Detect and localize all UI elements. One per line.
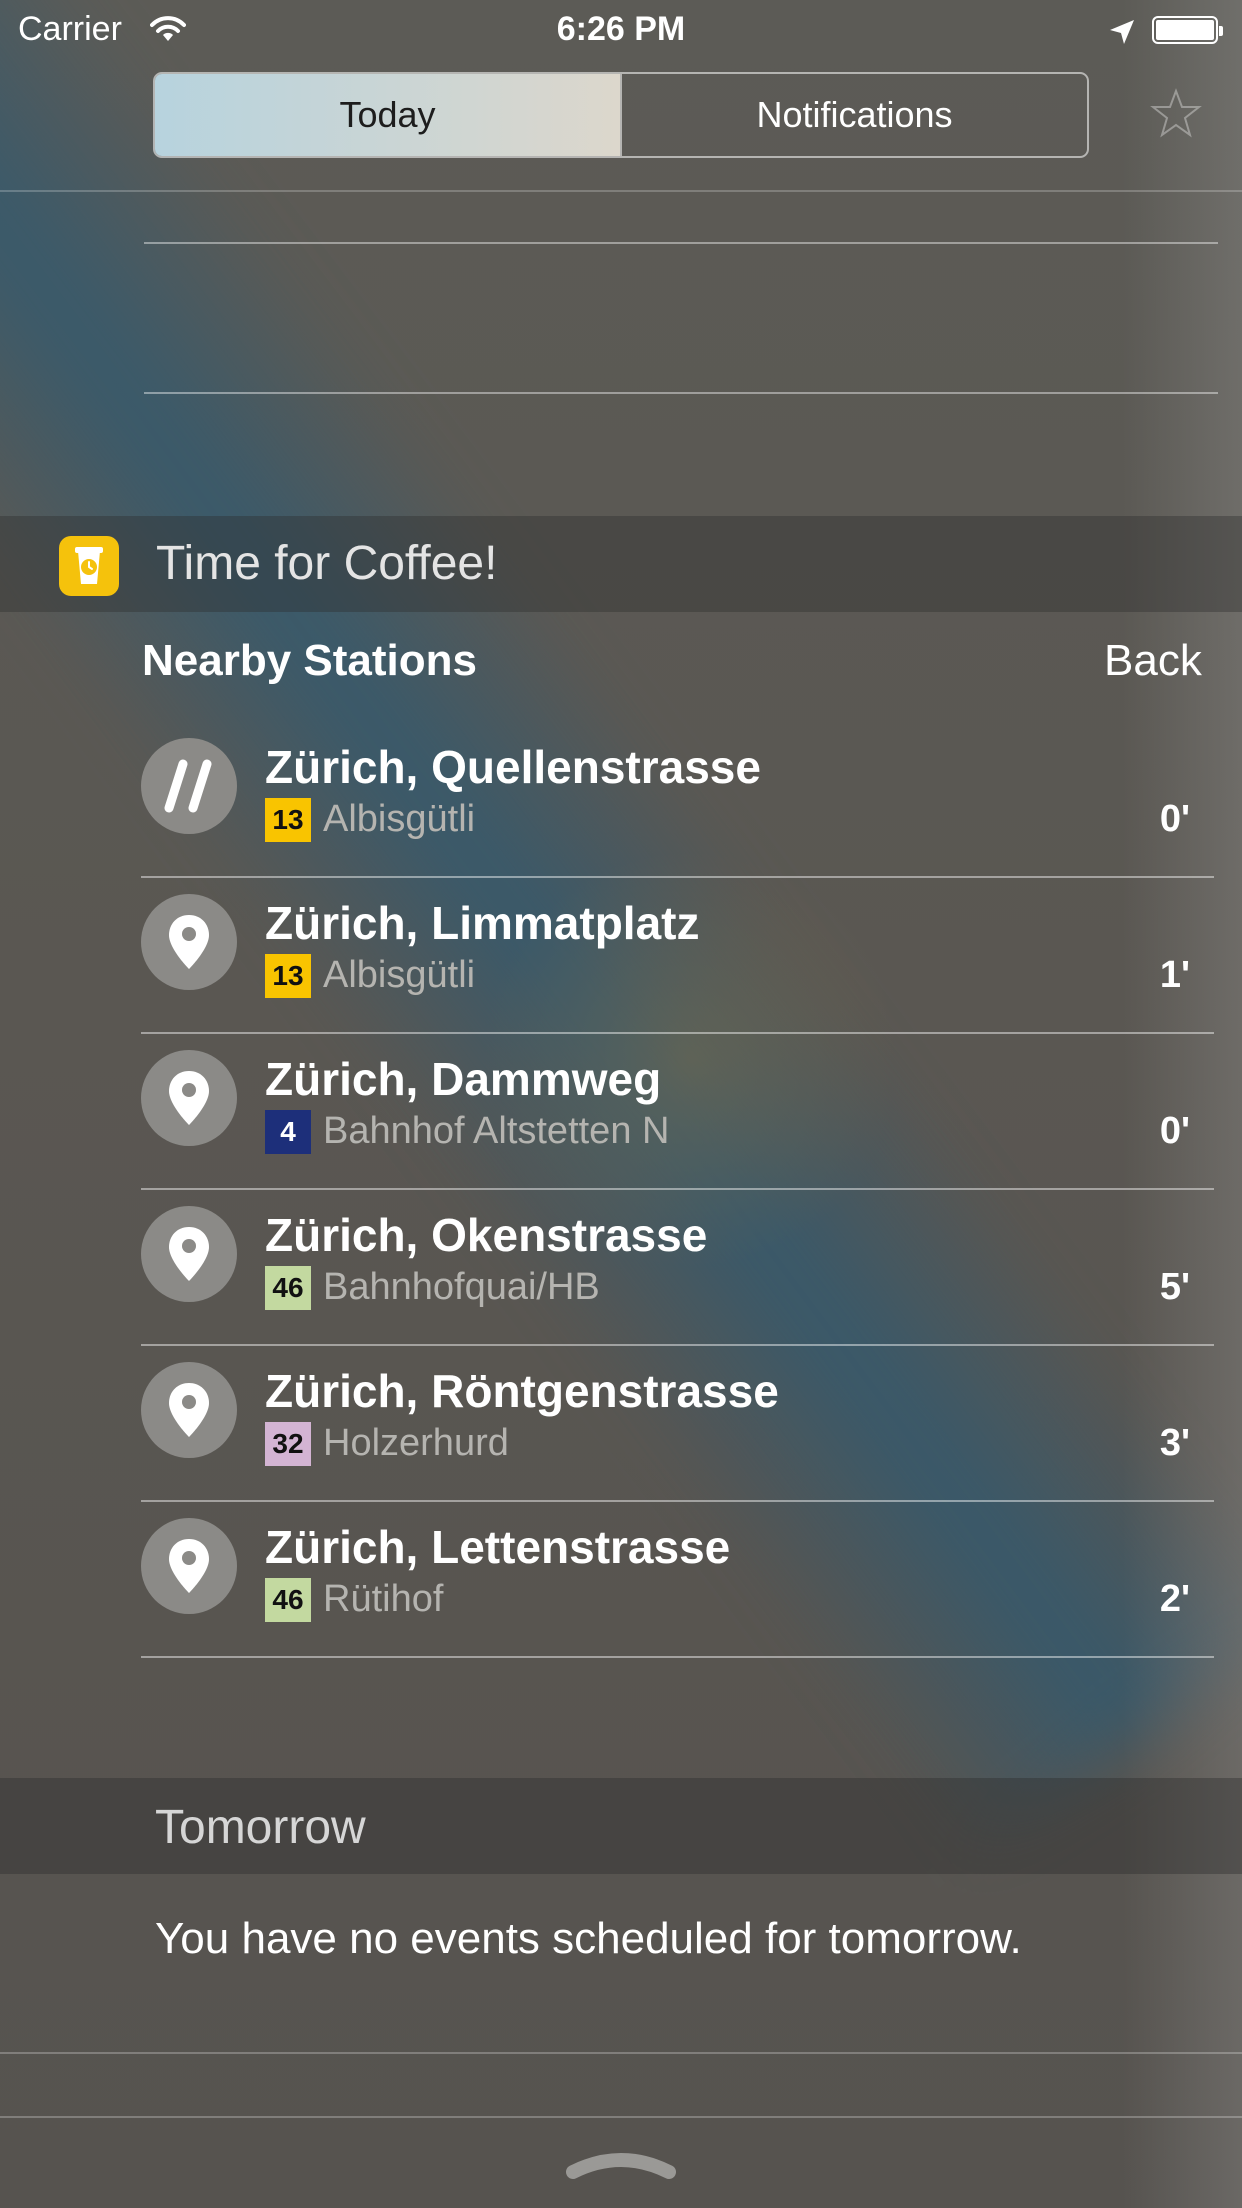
line-badge: 46	[265, 1578, 311, 1622]
departure-minutes: 3'	[1159, 1422, 1190, 1464]
status-bar: Carrier 6:26 PM	[0, 0, 1242, 60]
destination: Albisgütli	[323, 954, 476, 996]
divider	[0, 2116, 1242, 2118]
departure-minutes: 5'	[1159, 1266, 1190, 1308]
widget-title: Time for Coffee!	[156, 537, 498, 590]
line-badge: 13	[265, 798, 311, 842]
grabber-handle-icon[interactable]	[565, 2146, 677, 2185]
line-badge: 4	[265, 1110, 311, 1154]
destination: Albisgütli	[323, 798, 476, 840]
destination: Bahnhof Altstetten N	[323, 1110, 670, 1152]
location-pin-icon	[141, 1050, 237, 1146]
divider	[144, 392, 1218, 394]
tomorrow-header: Tomorrow	[0, 1778, 1242, 1874]
divider	[144, 242, 1218, 244]
star-icon	[1150, 88, 1202, 143]
location-pin-icon	[141, 1206, 237, 1302]
line-badge: 13	[265, 954, 311, 998]
location-arrow-icon	[1108, 16, 1136, 55]
station-name: Zürich, Limmatplatz	[265, 897, 700, 949]
station-name: Zürich, Lettenstrasse	[265, 1521, 731, 1573]
departure-minutes: 1'	[1159, 954, 1190, 996]
departure-minutes: 0'	[1159, 798, 1190, 840]
station-row[interactable]: Zürich, Lettenstrasse 46 Rütihof 2'	[141, 1502, 1214, 1658]
station-row[interactable]: Zürich, Quellenstrasse 13 Albisgütli 0'	[141, 722, 1214, 878]
location-pin-icon	[141, 894, 237, 990]
coffee-cup-clock-icon	[59, 536, 119, 596]
station-row[interactable]: Zürich, Röntgenstrasse 32 Holzerhurd 3'	[141, 1346, 1214, 1502]
location-pin-icon	[141, 1518, 237, 1614]
destination: Holzerhurd	[323, 1422, 509, 1464]
tab-today[interactable]: Today	[155, 74, 620, 156]
line-badge: 46	[265, 1266, 311, 1310]
station-name: Zürich, Röntgenstrasse	[265, 1365, 779, 1417]
line-badge: 32	[265, 1422, 311, 1466]
divider	[0, 2052, 1242, 2054]
destination: Rütihof	[323, 1578, 444, 1620]
station-row[interactable]: Zürich, Dammweg 4 Bahnhof Altstetten N 0…	[141, 1034, 1214, 1190]
no-events-message: You have no events scheduled for tomorro…	[155, 1914, 1022, 1963]
widget-header: Time for Coffee!	[0, 516, 1242, 612]
clock: 6:26 PM	[556, 10, 686, 48]
location-pin-icon	[141, 1362, 237, 1458]
divider	[0, 190, 1242, 192]
section-title: Nearby Stations	[142, 636, 477, 685]
destination: Bahnhofquai/HB	[323, 1266, 600, 1308]
station-name: Zürich, Okenstrasse	[265, 1209, 708, 1261]
favorite-slashes-icon	[141, 738, 237, 834]
station-row[interactable]: Zürich, Okenstrasse 46 Bahnhofquai/HB 5'	[141, 1190, 1214, 1346]
segmented-control: Today Notifications	[153, 72, 1089, 158]
back-button[interactable]: Back	[1104, 636, 1202, 686]
station-row[interactable]: Zürich, Limmatplatz 13 Albisgütli 1'	[141, 878, 1214, 1034]
departure-minutes: 2'	[1159, 1578, 1190, 1620]
tomorrow-title: Tomorrow	[155, 1801, 366, 1854]
station-name: Zürich, Quellenstrasse	[265, 741, 761, 793]
battery-icon	[1152, 16, 1223, 44]
station-name: Zürich, Dammweg	[265, 1053, 662, 1105]
departure-minutes: 0'	[1159, 1110, 1190, 1152]
tab-notifications[interactable]: Notifications	[620, 74, 1087, 156]
